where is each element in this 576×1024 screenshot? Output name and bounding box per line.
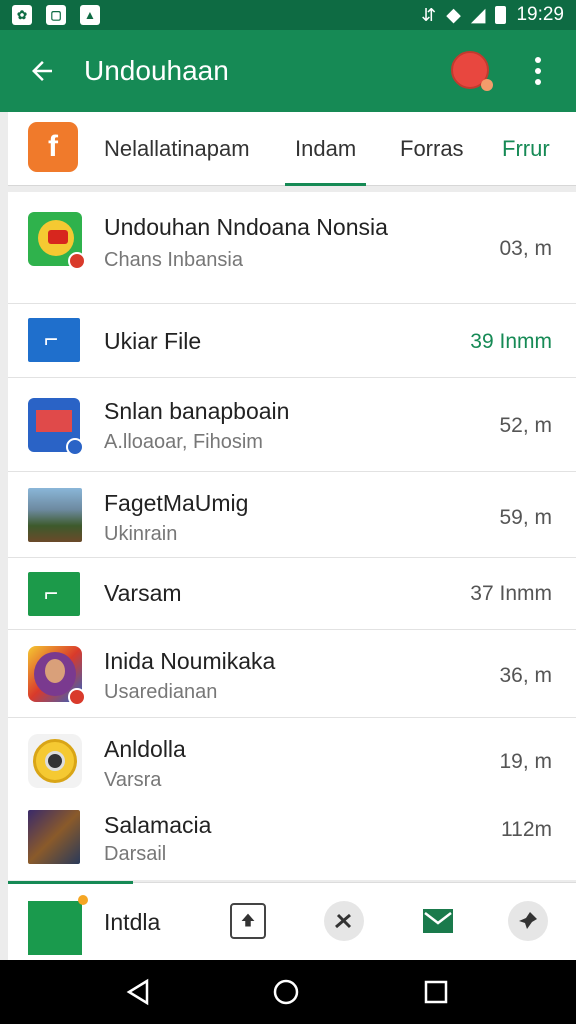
notification-photo-icon: ▲ — [80, 5, 100, 25]
item-size: 52, m — [499, 414, 552, 437]
notification-icons: ✿ ▢ ▲ — [12, 5, 100, 25]
triangle-back-icon — [126, 978, 149, 1006]
app-bar: Undouhaan — [0, 30, 576, 112]
list-item[interactable]: Snlan banapboain A.lloaoar, Fihosim 52, … — [8, 378, 576, 472]
battery-icon — [495, 6, 507, 24]
arrow-left-icon — [32, 61, 52, 81]
list-item[interactable]: FagetMaUmig Ukinrain 59, m — [8, 472, 576, 558]
disc-center — [45, 751, 65, 771]
app-icon — [28, 895, 88, 955]
item-size: 36, m — [499, 664, 552, 687]
app-icon — [28, 398, 84, 456]
nav-recents-button[interactable] — [420, 976, 452, 1008]
item-subtitle: Varsra — [104, 769, 162, 791]
account-avatar[interactable] — [451, 51, 493, 91]
item-size: 39 Inmm — [470, 330, 552, 353]
item-title: Inida Noumikaka — [104, 648, 276, 674]
item-title: Anldolla — [104, 736, 186, 762]
avatar-thumbnail — [28, 646, 86, 706]
list-item[interactable]: Undouhan Nndoana Nonsia Chans Inbansia 0… — [8, 192, 576, 304]
square-recents-icon — [424, 980, 448, 1004]
item-title: Undouhan Nndoana Nonsia — [104, 214, 388, 240]
more-dot-icon — [535, 57, 541, 63]
tab-bar: f Nelallatinapam Indam Forras Frrur — [8, 112, 576, 186]
download-list: Undouhan Nndoana Nonsia Chans Inbansia 0… — [8, 192, 576, 880]
item-title: FagetMaUmig — [104, 490, 249, 516]
more-dot-icon — [535, 68, 541, 74]
circle-home-icon — [273, 979, 299, 1005]
item-subtitle: Usaredianan — [104, 681, 218, 703]
install-progress-bar — [8, 881, 133, 884]
tab-0[interactable]: Nelallatinapam — [104, 112, 250, 186]
mail-button[interactable] — [418, 901, 458, 941]
item-size: 112m — [501, 818, 552, 841]
more-options-button[interactable] — [520, 50, 556, 92]
list-item[interactable]: Anldolla Varsra 19, m — [8, 718, 576, 802]
nav-home-button[interactable] — [270, 976, 302, 1008]
app-icon — [28, 212, 86, 270]
image-thumbnail — [28, 810, 80, 864]
app-icon — [28, 734, 82, 788]
item-size: 59, m — [499, 506, 552, 529]
tools-icon — [335, 913, 352, 929]
list-item[interactable]: Inida Noumikaka Usaredianan 36, m — [8, 630, 576, 718]
item-title: Ukiar File — [104, 328, 202, 354]
item-title: Varsam — [104, 580, 182, 606]
wifi-icon: ◆ — [446, 4, 461, 26]
signal-icon: ◢ — [470, 4, 486, 26]
nav-back-button[interactable] — [122, 976, 154, 1008]
app-logo-icon: f — [28, 122, 78, 172]
badge-dot — [78, 895, 88, 905]
list-item[interactable]: ⌐ Ukiar File 39 Inmm — [8, 304, 576, 378]
notification-app-icon: ✿ — [12, 5, 32, 25]
item-subtitle: Darsail — [104, 843, 167, 865]
item-subtitle: A.lloaoar, Fihosim — [104, 431, 263, 453]
mail-icon — [423, 909, 453, 933]
status-bar: ✿ ▢ ▲ ⇵ ◆ ◢ 19:29 — [0, 0, 576, 30]
notification-image-icon: ▢ — [46, 5, 66, 25]
file-glyph-icon: ⌐ — [44, 580, 59, 607]
pin-button[interactable] — [508, 901, 548, 941]
app-icon-mark — [48, 230, 68, 244]
back-button[interactable] — [0, 30, 84, 112]
status-badge — [66, 438, 84, 456]
item-size: 19, m — [499, 750, 552, 773]
tab-2[interactable]: Forras — [400, 112, 464, 186]
vibrate-icon: ⇵ — [421, 4, 437, 25]
list-item[interactable]: Salamacia Darsail 112m — [8, 802, 576, 880]
tab-1[interactable]: Indam — [284, 112, 367, 186]
upload-button[interactable] — [230, 903, 266, 939]
item-subtitle: Chans Inbansia — [104, 249, 243, 271]
item-size: 03, m — [499, 237, 552, 260]
file-glyph-icon: ⌐ — [44, 326, 59, 353]
app-icon-screen — [36, 410, 72, 432]
item-subtitle: Ukinrain — [104, 523, 178, 545]
status-badge — [68, 252, 86, 270]
page-title: Undouhaan — [84, 55, 229, 86]
bottom-label: Intdla — [104, 909, 161, 935]
pin-icon — [519, 912, 537, 929]
more-dot-icon — [535, 79, 541, 85]
image-thumbnail — [28, 488, 82, 542]
clock: 19:29 — [516, 4, 564, 25]
tools-button[interactable] — [324, 901, 364, 941]
file-icon: ⌐ — [28, 318, 80, 362]
item-size: 37 Inmm — [470, 582, 552, 605]
bottom-action-bar: Intdla — [8, 881, 576, 960]
item-title: Snlan banapboain — [104, 398, 290, 424]
system-nav-bar — [0, 960, 576, 1024]
file-icon: ⌐ — [28, 572, 80, 616]
status-badge — [68, 688, 86, 706]
tab-3[interactable]: Frrur — [502, 112, 550, 186]
portrait-face — [45, 659, 65, 683]
upload-arrow-icon — [241, 913, 255, 927]
list-item[interactable]: ⌐ Varsam 37 Inmm — [8, 558, 576, 630]
item-title: Salamacia — [104, 812, 212, 838]
